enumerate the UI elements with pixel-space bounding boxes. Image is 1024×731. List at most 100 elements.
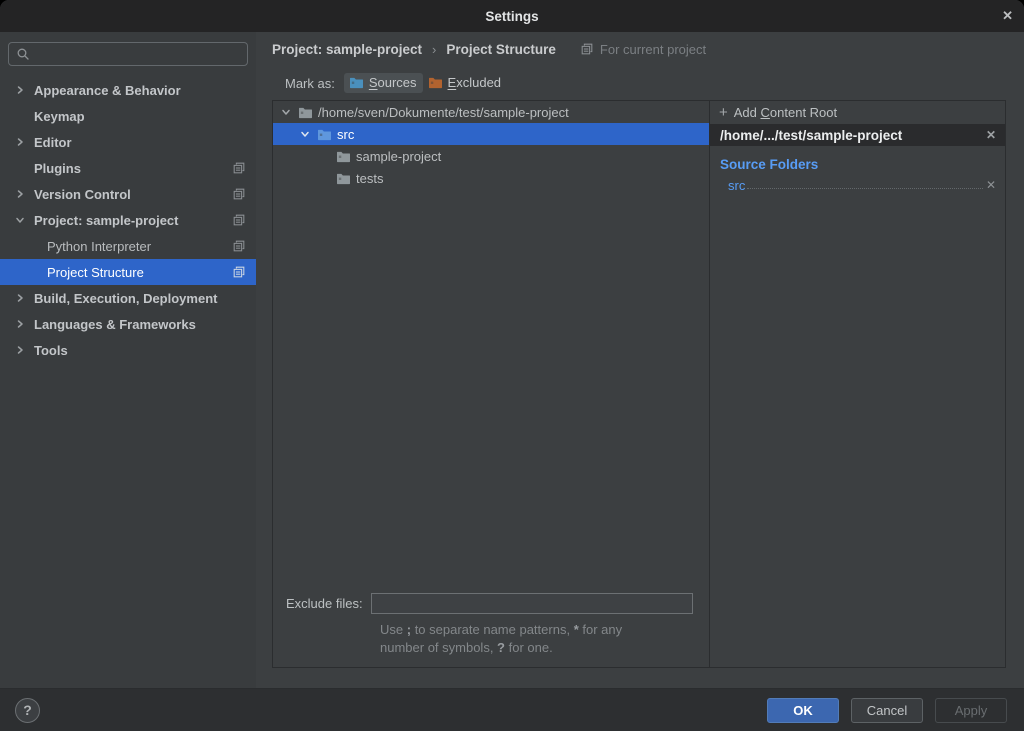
help-button[interactable]: ?	[15, 698, 40, 723]
exclude-files-label: Exclude files:	[286, 596, 363, 611]
tree-row-label: /home/sven/Dokumente/test/sample-project	[318, 105, 569, 120]
sidebar-item-label: Editor	[34, 135, 246, 150]
sidebar-nav: Appearance & Behavior Keymap Editor Plugins…	[0, 77, 256, 363]
per-project-settings-icon	[232, 265, 246, 279]
tree-row-sample-project[interactable]: sample-project	[273, 145, 709, 167]
sidebar-item-plugins[interactable]: Plugins	[0, 155, 256, 181]
close-icon[interactable]: ✕	[1002, 0, 1013, 32]
mark-as-label: Mark as:	[285, 76, 335, 91]
tree-row-home-sven-dokumente-test-sample-project[interactable]: /home/sven/Dokumente/test/sample-project	[273, 101, 709, 123]
content-root-path: /home/.../test/sample-project	[720, 128, 902, 143]
breadcrumb: Project: sample-project › Project Struct…	[256, 32, 1024, 66]
sidebar-item-label: Project Structure	[47, 265, 226, 280]
dialog-body: Appearance & Behavior Keymap Editor Plugins…	[0, 32, 1024, 688]
per-project-settings-icon	[232, 161, 246, 175]
sidebar-item-version-control[interactable]: Version Control	[0, 181, 256, 207]
add-content-root-label: Add Content Root	[734, 105, 837, 120]
tree-row-src[interactable]: src	[273, 123, 709, 145]
per-project-settings-icon	[580, 42, 594, 56]
content-root-row[interactable]: /home/.../test/sample-project ✕	[710, 124, 1005, 146]
dialog-footer: ? OK Cancel Apply	[0, 688, 1024, 731]
scope-label: For current project	[600, 42, 706, 57]
structure-panels: /home/sven/Dokumente/test/sample-project…	[272, 100, 1006, 668]
sidebar-item-python-interpreter[interactable]: Python Interpreter	[0, 233, 256, 259]
settings-sidebar: Appearance & Behavior Keymap Editor Plugins…	[0, 32, 256, 688]
source-folder-label: src	[728, 178, 745, 193]
sidebar-item-label: Appearance & Behavior	[34, 83, 246, 98]
per-project-settings-icon	[232, 187, 246, 201]
folder-icon	[298, 106, 313, 119]
mark-excluded-button[interactable]: Excluded	[423, 73, 507, 93]
sidebar-item-project-structure[interactable]: Project Structure	[0, 259, 256, 285]
tree-row-label: sample-project	[356, 149, 441, 164]
add-content-root-button[interactable]: + Add Content Root	[710, 101, 1005, 124]
chevron-right-icon	[15, 85, 28, 95]
mark-as-toolbar: Mark as: Sources Excluded	[256, 66, 1024, 100]
per-project-settings-icon	[232, 239, 246, 253]
chevron-down-icon	[281, 107, 293, 117]
chevron-right-icon	[15, 345, 28, 355]
sidebar-item-label: Version Control	[34, 187, 226, 202]
tree-spacer	[273, 189, 709, 593]
tree-row-label: tests	[356, 171, 383, 186]
exclude-files-input[interactable]	[371, 593, 693, 614]
sidebar-item-build-execution-deployment[interactable]: Build, Execution, Deployment	[0, 285, 256, 311]
tree-row-label: src	[337, 127, 354, 142]
chevron-right-icon	[15, 137, 28, 147]
mark-excluded-label: Excluded	[448, 75, 501, 90]
scope-indicator: For current project	[580, 42, 706, 57]
remove-source-folder-icon[interactable]: ✕	[986, 178, 996, 192]
chevron-right-icon	[15, 189, 28, 199]
sources-folder-icon	[349, 76, 364, 89]
exclude-files-block: Exclude files: Use ; to separate name pa…	[273, 593, 709, 667]
search-icon	[16, 47, 30, 61]
footer-buttons: OK Cancel Apply	[767, 698, 1007, 723]
source-folders-list: src ✕	[710, 175, 1005, 195]
settings-content: Project: sample-project › Project Struct…	[256, 32, 1024, 688]
settings-search-box[interactable]	[8, 42, 248, 66]
source-folders-title: Source Folders	[720, 157, 1005, 172]
settings-search-input[interactable]	[35, 47, 240, 62]
sidebar-item-tools[interactable]: Tools	[0, 337, 256, 363]
per-project-settings-icon	[232, 213, 246, 227]
sidebar-item-label: Languages & Frameworks	[34, 317, 246, 332]
content-tree: /home/sven/Dokumente/test/sample-project…	[273, 101, 709, 189]
sidebar-item-languages-frameworks[interactable]: Languages & Frameworks	[0, 311, 256, 337]
ok-button[interactable]: OK	[767, 698, 839, 723]
chevron-right-icon	[15, 293, 28, 303]
settings-dialog: Settings ✕ Appearance & Behavior Keymap Ed…	[0, 0, 1024, 731]
sidebar-item-label: Keymap	[34, 109, 246, 124]
sidebar-item-editor[interactable]: Editor	[0, 129, 256, 155]
chevron-right-icon	[15, 319, 28, 329]
plus-icon: +	[719, 105, 728, 120]
content-root-panel: + Add Content Root /home/.../test/sample…	[709, 100, 1006, 668]
folder-icon	[336, 150, 351, 163]
sidebar-item-project-sample-project[interactable]: Project: sample-project	[0, 207, 256, 233]
breadcrumb-project[interactable]: Project: sample-project	[272, 42, 422, 57]
tree-row-tests[interactable]: tests	[273, 167, 709, 189]
sidebar-item-keymap[interactable]: Keymap	[0, 103, 256, 129]
sidebar-item-appearance-behavior[interactable]: Appearance & Behavior	[0, 77, 256, 103]
chevron-down-icon	[15, 215, 28, 225]
folder-icon	[317, 128, 332, 141]
sidebar-item-label: Build, Execution, Deployment	[34, 291, 246, 306]
content-tree-panel: /home/sven/Dokumente/test/sample-project…	[272, 100, 710, 668]
breadcrumb-page: Project Structure	[446, 42, 556, 57]
folder-icon	[336, 172, 351, 185]
remove-content-root-icon[interactable]: ✕	[986, 128, 996, 142]
dotted-leader	[747, 188, 983, 189]
excluded-folder-icon	[428, 76, 443, 89]
dialog-title: Settings	[485, 9, 538, 24]
breadcrumb-separator-icon: ›	[432, 42, 436, 57]
sidebar-item-label: Project: sample-project	[34, 213, 226, 228]
source-folder-row-src[interactable]: src ✕	[710, 175, 1005, 195]
sidebar-item-label: Python Interpreter	[47, 239, 226, 254]
mark-sources-button[interactable]: Sources	[344, 73, 423, 93]
cancel-button[interactable]: Cancel	[851, 698, 923, 723]
sidebar-item-label: Tools	[34, 343, 246, 358]
sidebar-item-label: Plugins	[34, 161, 226, 176]
apply-button[interactable]: Apply	[935, 698, 1007, 723]
titlebar: Settings ✕	[0, 0, 1024, 32]
exclude-files-hint: Use ; to separate name patterns, * for a…	[380, 621, 697, 657]
mark-sources-label: Sources	[369, 75, 417, 90]
